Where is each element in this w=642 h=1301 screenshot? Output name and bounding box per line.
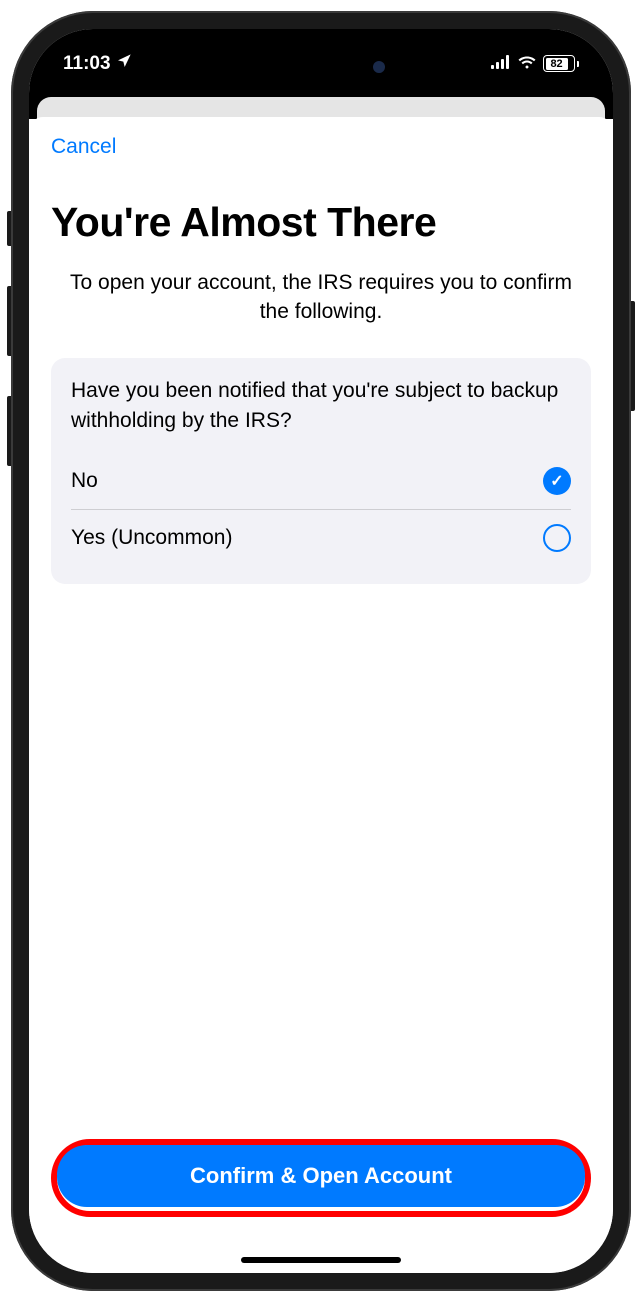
highlight-annotation: Confirm & Open Account: [51, 1139, 591, 1217]
dynamic-island: [241, 47, 401, 87]
cancel-button[interactable]: Cancel: [51, 135, 116, 158]
option-no[interactable]: No ✓: [71, 453, 571, 510]
confirm-open-account-button[interactable]: Confirm & Open Account: [57, 1145, 585, 1207]
question-card: Have you been notified that you're subje…: [51, 358, 591, 584]
question-text: Have you been notified that you're subje…: [71, 376, 571, 435]
signal-icon: [491, 54, 511, 74]
battery-icon: 82: [543, 55, 579, 72]
battery-percent: 82: [546, 58, 568, 70]
location-icon: [116, 53, 132, 74]
modal-sheet: Cancel You're Almost There To open your …: [29, 117, 613, 1273]
checkmark-icon: ✓: [550, 471, 563, 491]
screen: 11:03: [29, 29, 613, 1273]
phone-frame: 11:03: [11, 11, 631, 1291]
option-label: No: [71, 469, 98, 493]
option-label: Yes (Uncommon): [71, 526, 232, 550]
option-yes[interactable]: Yes (Uncommon): [71, 510, 571, 566]
status-time: 11:03: [63, 53, 111, 75]
sheet-handle: [29, 89, 613, 119]
radio-unselected-icon: [543, 524, 571, 552]
page-title: You're Almost There: [51, 199, 591, 246]
home-indicator[interactable]: [241, 1257, 401, 1263]
page-subtitle: To open your account, the IRS requires y…: [51, 268, 591, 327]
wifi-icon: [517, 54, 537, 74]
radio-selected-icon: ✓: [543, 467, 571, 495]
